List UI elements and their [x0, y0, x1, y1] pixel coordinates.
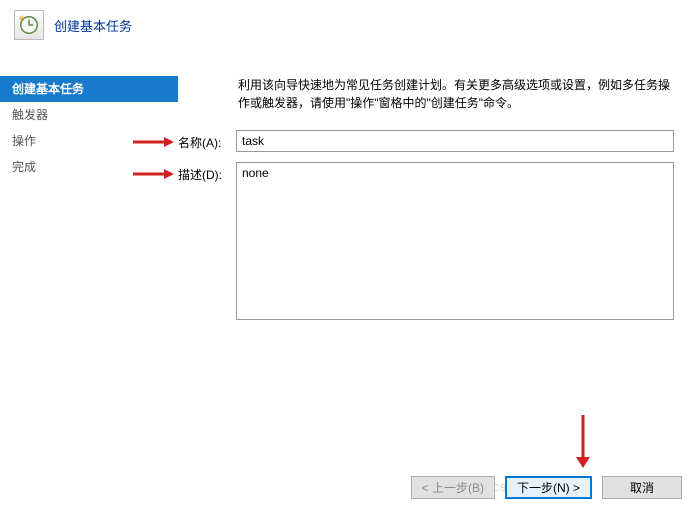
wizard-footer: < 上一步(B) 下一步(N) > 取消	[411, 476, 682, 499]
next-button[interactable]: 下一步(N) >	[505, 476, 592, 499]
wizard-content: 创建基本任务 触发器 操作 完成 利用该向导快速地为常见任务创建计划。有关更多高…	[0, 50, 694, 430]
step-trigger[interactable]: 触发器	[0, 102, 178, 128]
back-button: < 上一步(B)	[411, 476, 495, 499]
step-action[interactable]: 操作	[0, 128, 178, 154]
wizard-main-panel: 利用该向导快速地为常见任务创建计划。有关更多高级选项或设置，例如多任务操作或触发…	[178, 50, 694, 430]
description-field-row: 描述(D):	[178, 162, 674, 320]
wizard-title: 创建基本任务	[54, 16, 132, 35]
task-wizard-icon	[14, 10, 44, 40]
description-label: 描述(D):	[178, 162, 236, 183]
wizard-header: 创建基本任务	[0, 0, 694, 50]
name-field-row: 名称(A):	[178, 130, 674, 152]
description-textarea[interactable]	[236, 162, 674, 320]
cancel-button[interactable]: 取消	[602, 476, 682, 499]
wizard-intro-text: 利用该向导快速地为常见任务创建计划。有关更多高级选项或设置，例如多任务操作或触发…	[178, 76, 674, 112]
wizard-steps-sidebar: 创建基本任务 触发器 操作 完成	[0, 50, 178, 430]
step-create-basic-task[interactable]: 创建基本任务	[0, 76, 178, 102]
name-input[interactable]	[236, 130, 674, 152]
step-finish[interactable]: 完成	[0, 154, 178, 180]
name-label: 名称(A):	[178, 130, 236, 151]
